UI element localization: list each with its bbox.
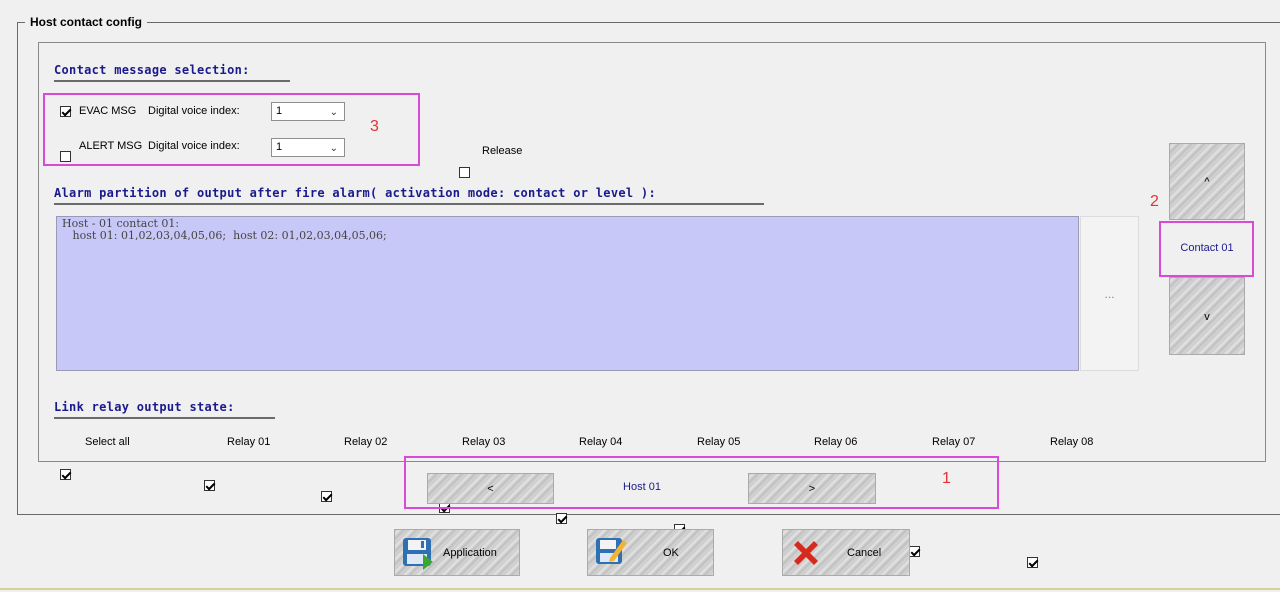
alarm-partition-title: Alarm partition of output after fire ala… [54,186,656,200]
edit-partition-button[interactable]: ... [1080,216,1139,371]
contact-down-button[interactable]: v [1169,277,1245,355]
application-button[interactable]: Application [394,529,520,576]
application-label: Application [443,547,497,559]
relay-03-label: Relay 03 [462,436,506,448]
annotation-number-3: 3 [370,118,379,135]
cancel-button[interactable]: Cancel [782,529,910,576]
relay-08-checkbox[interactable] [1027,557,1038,568]
relay-02-checkbox[interactable] [321,491,332,502]
cancel-label: Cancel [847,547,882,559]
save-icon [403,538,433,570]
relay-underline [54,417,275,419]
select-all-label: Select all [85,436,130,448]
relay-07-checkbox[interactable] [909,546,920,557]
close-icon [794,541,818,565]
relay-06-label: Relay 06 [814,436,858,448]
release-checkbox[interactable] [459,167,470,178]
select-all-checkbox[interactable] [60,469,71,480]
annotation-box-2 [1159,221,1254,277]
annotation-box-1 [404,456,999,509]
relay-04-label: Relay 04 [579,436,623,448]
alarm-partition-underline [54,203,764,205]
alarm-partition-text[interactable]: Host - 01 contact 01: host 01: 01,02,03,… [56,216,1079,371]
annotation-number-2: 2 [1150,193,1159,210]
bottom-border [0,588,1280,590]
annotation-number-1: 1 [942,470,951,487]
relay-07-label: Relay 07 [932,436,976,448]
ok-button[interactable]: OK [587,529,714,576]
save-edit-icon [596,538,627,564]
relay-04-checkbox[interactable] [556,513,567,524]
contact-up-button[interactable]: ^ [1169,143,1245,220]
relay-title: Link relay output state: [54,400,235,414]
release-label: Release [482,145,523,157]
relay-02-label: Relay 02 [344,436,388,448]
section-title: Host contact config [25,13,148,31]
annotation-box-3 [43,93,420,166]
contact-message-underline [54,80,290,82]
contact-message-title: Contact message selection: [54,63,250,77]
ok-label: OK [663,547,679,559]
relay-05-label: Relay 05 [697,436,741,448]
relay-01-label: Relay 01 [227,436,271,448]
relay-08-label: Relay 08 [1050,436,1094,448]
relay-01-checkbox[interactable] [204,480,215,491]
